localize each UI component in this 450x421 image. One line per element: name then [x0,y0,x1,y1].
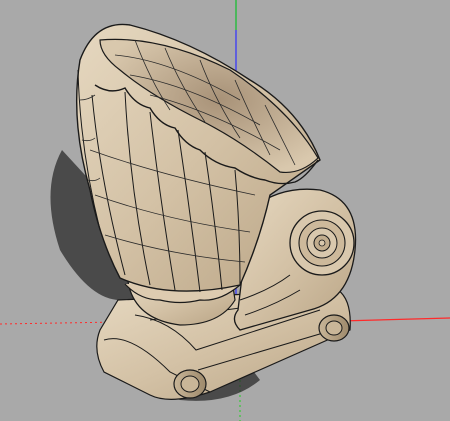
model-scene [0,0,450,421]
red-axis-left [0,321,121,325]
red-axis-right [339,317,450,322]
3d-viewport[interactable] [0,0,450,421]
